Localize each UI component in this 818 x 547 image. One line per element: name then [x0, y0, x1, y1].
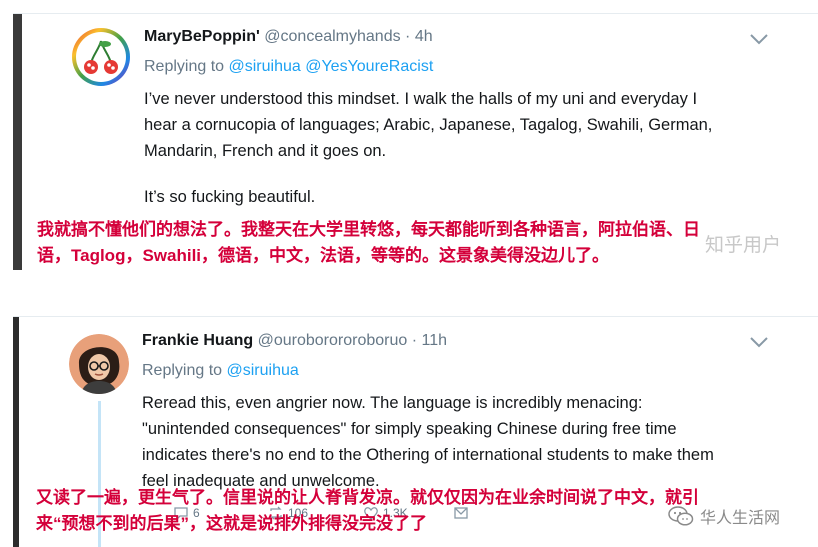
chinese-translation: 又读了一遍，更生气了。信里说的让人脊背发凉。就仅仅因为在业余时间说了中文，就引 … [36, 485, 699, 537]
zhihu-watermark: 知乎用户 [705, 235, 782, 256]
wechat-watermark: 华人生活网 [668, 504, 780, 528]
user-handle[interactable]: @ouroborororoboruo [258, 332, 408, 349]
tweet-text-line: indicates there's no end to the Othering… [142, 446, 714, 464]
user-handle[interactable]: @concealmyhands [264, 28, 400, 45]
tweet-card-1: MaryBePoppin' @concealmyhands · 4h Reply… [13, 13, 818, 271]
watermark-text: 华人生活网 [700, 510, 781, 527]
left-edge-strip [13, 14, 22, 271]
tweet-card-2: Frankie Huang @ouroborororoboruo · 11h R… [13, 316, 818, 547]
tweet-header: Frankie Huang @ouroborororoboruo · 11h [142, 332, 447, 350]
translation-line: 我就搞不懂他们的想法了。我整天在大学里转悠，每天都能听到各种语言，阿拉伯语、日 [37, 220, 700, 239]
tweet-text-line: hear a cornucopia of languages; Arabic, … [144, 116, 713, 134]
translation-line: 来“预想不到的后果”，这就是说排外排得没完没了了 [36, 514, 427, 533]
tweet-text: Reread this, even angrier now. The langu… [142, 390, 792, 494]
chinese-translation: 我就搞不懂他们的想法了。我整天在大学里转悠，每天都能听到各种语言，阿拉伯语、日 … [37, 217, 700, 269]
replying-prefix: Replying to [144, 58, 225, 75]
image-gap [0, 270, 818, 316]
tweet-text: I’ve never understood this mindset. I wa… [144, 86, 784, 210]
mention-link[interactable]: @siruihua [227, 362, 299, 379]
person-avatar[interactable] [69, 334, 129, 394]
tweet-text-line: It’s so fucking beautiful. [144, 188, 316, 206]
replying-prefix: Replying to [142, 362, 223, 379]
chevron-down-icon[interactable] [748, 32, 770, 46]
translation-line: 又读了一遍，更生气了。信里说的让人脊背发凉。就仅仅因为在业余时间说了中文，就引 [36, 488, 699, 507]
tweet-header: MaryBePoppin' @concealmyhands · 4h [144, 28, 433, 46]
timestamp[interactable]: 11h [422, 332, 448, 349]
tweet-text-line: Mandarin, French and it goes on. [144, 142, 387, 160]
mention-link[interactable]: @YesYoureRacist [305, 58, 433, 75]
replying-to-line: Replying to @siruihua @YesYoureRacist [144, 58, 433, 76]
wechat-icon [668, 506, 694, 526]
display-name[interactable]: Frankie Huang [142, 332, 253, 349]
timestamp[interactable]: 4h [415, 28, 433, 45]
mention-link[interactable]: @siruihua [229, 58, 301, 75]
tweet-text-line: I’ve never understood this mindset. I wa… [144, 90, 698, 108]
separator-dot: · [405, 28, 411, 45]
translation-line: 语，Taglog，Swahili，德语，中文，法语，等等的。这景象美得没边儿了。 [37, 246, 610, 265]
left-edge-strip [13, 317, 19, 547]
chevron-down-icon[interactable] [748, 335, 770, 349]
avatar-cherry-icon[interactable] [71, 27, 131, 87]
display-name[interactable]: MaryBePoppin' [144, 28, 260, 45]
tweet-text-line: "unintended consequences" for simply spe… [142, 420, 677, 438]
replying-to-line: Replying to @siruihua [142, 362, 299, 380]
tweet-text-line: Reread this, even angrier now. The langu… [142, 394, 643, 412]
separator-dot: · [411, 332, 418, 349]
